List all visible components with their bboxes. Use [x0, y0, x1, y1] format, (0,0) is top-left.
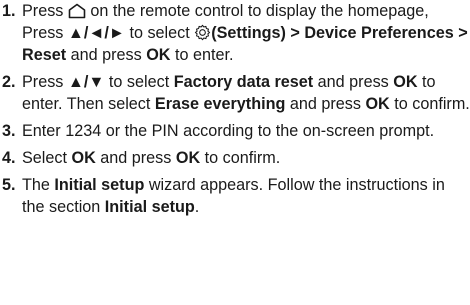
step-5: 5. The Initial setup wizard appears. Foll…: [0, 174, 470, 218]
step-text: to select: [104, 73, 174, 91]
step-1: 1. Press on the remote control to display…: [0, 0, 470, 66]
wizard-name: Initial setup: [54, 176, 145, 194]
step-text: to confirm.: [200, 149, 281, 167]
step-number: 1.: [2, 2, 16, 20]
step-text: to select: [124, 24, 195, 42]
step-2: 2. Press ▲/▼ to select Factory data reset…: [0, 71, 470, 115]
gear-icon: [194, 24, 211, 41]
step-number: 4.: [2, 149, 16, 167]
ok-key: OK: [393, 73, 418, 91]
menu-option: Factory data reset: [173, 73, 314, 91]
ok-key: OK: [71, 149, 96, 167]
step-text: to confirm.: [389, 95, 470, 113]
nav-keys: ▲/◄/►: [67, 24, 125, 42]
section-reference: Initial setup: [104, 198, 195, 216]
step-text: and press: [285, 95, 366, 113]
step-text: .: [194, 198, 200, 216]
step-text: Press: [22, 73, 68, 91]
step-number: 2.: [2, 73, 16, 91]
step-text: Select: [22, 149, 72, 167]
step-number: 3.: [2, 122, 16, 140]
step-4: 4. Select OK and press OK to confirm.: [0, 147, 470, 169]
step-text: to enter.: [170, 46, 234, 64]
ok-key: OK: [175, 149, 201, 167]
step-number: 5.: [2, 176, 16, 194]
nav-keys: ▲/▼: [67, 73, 105, 91]
ok-key: OK: [146, 46, 171, 64]
step-3: 3. Enter 1234 or the PIN according to the…: [0, 120, 470, 142]
ok-key: OK: [365, 95, 390, 113]
step-text: Enter 1234 or the PIN according to the o…: [22, 122, 435, 140]
step-text: and press: [66, 46, 147, 64]
step-text: The: [22, 176, 55, 194]
home-icon: [68, 3, 86, 19]
step-text: and press: [313, 73, 394, 91]
instruction-steps: 1. Press on the remote control to display…: [0, 0, 470, 218]
step-text: Press: [22, 2, 68, 20]
step-text: and press: [95, 149, 176, 167]
menu-option: Erase everything: [154, 95, 286, 113]
